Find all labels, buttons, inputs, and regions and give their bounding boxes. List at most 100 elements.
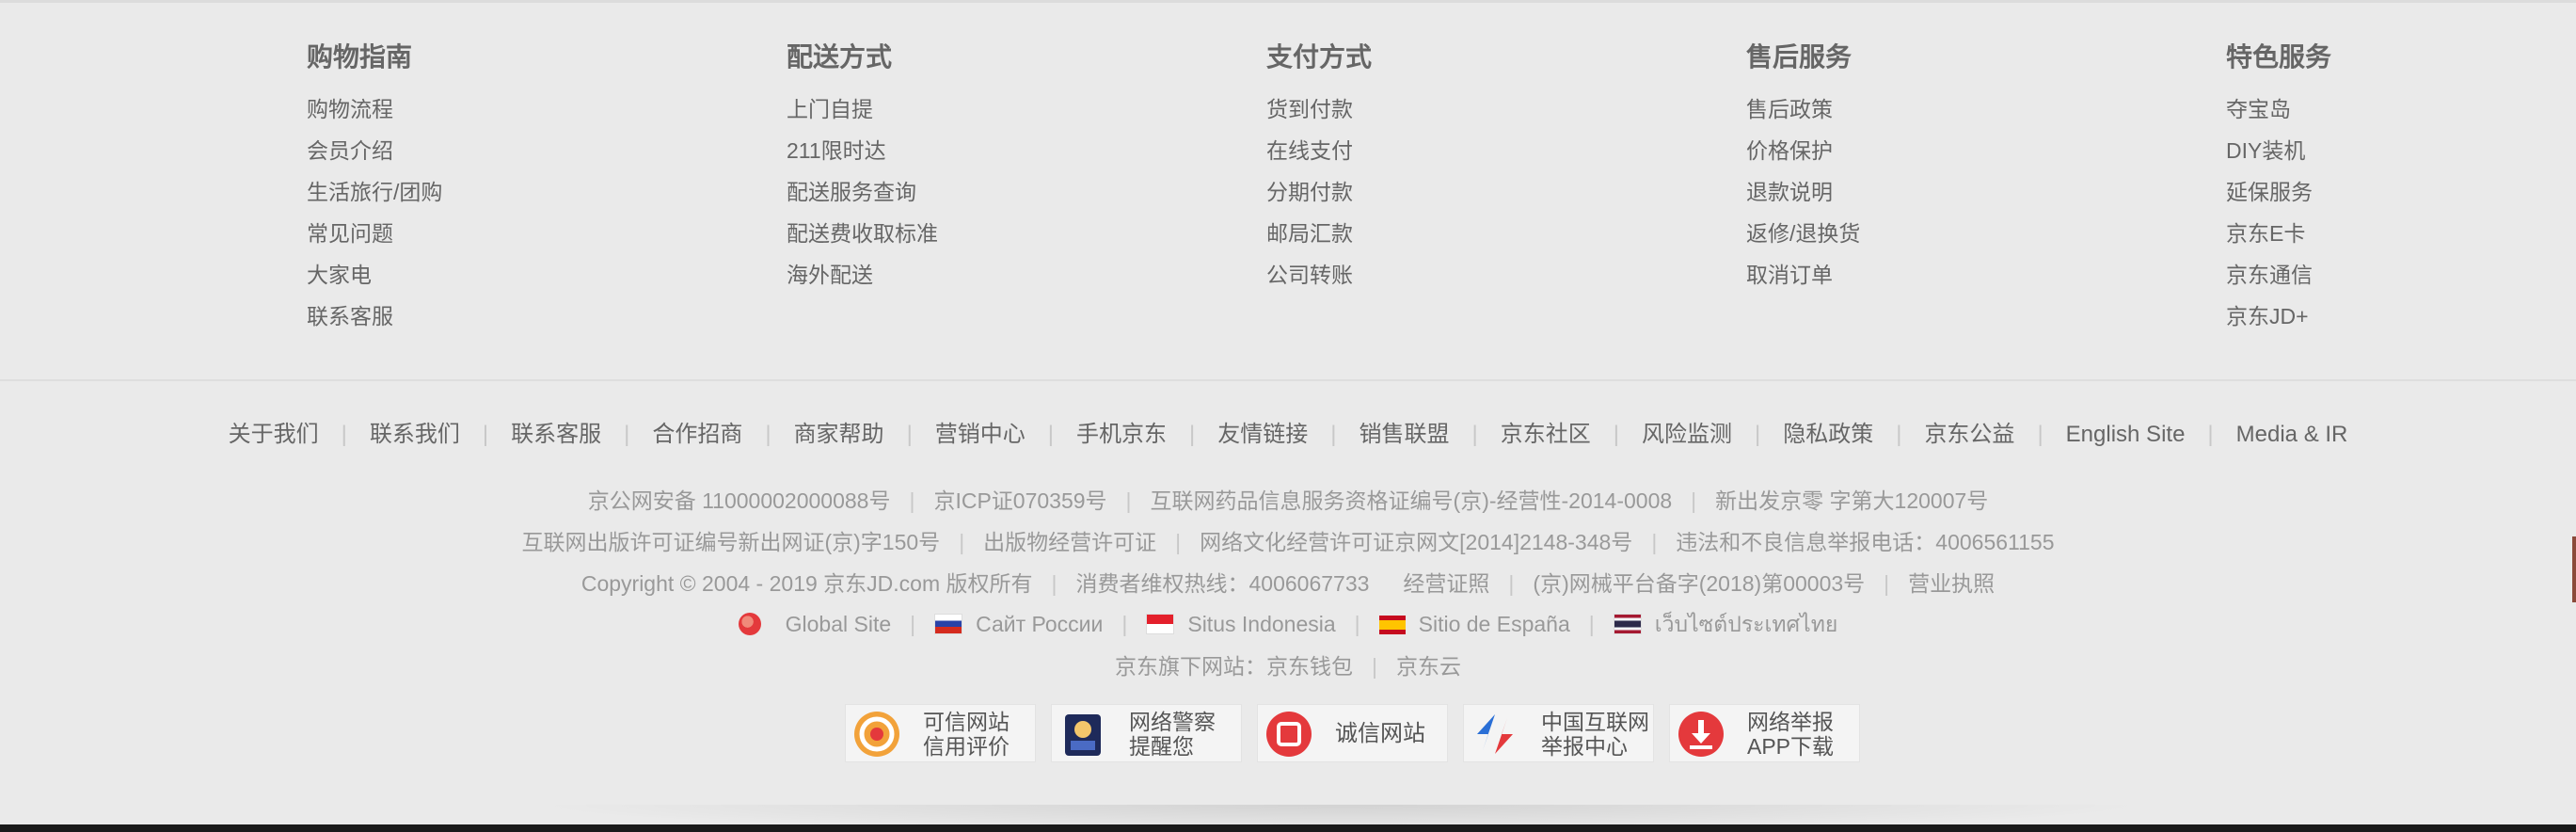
footer-link-media-ir[interactable]: Media & IR <box>2236 422 2348 447</box>
guide-link[interactable]: 京东JD+ <box>2226 296 2576 337</box>
indonesia-site-link[interactable]: Situs Indonesia <box>1187 612 1335 636</box>
guide-link[interactable]: 配送服务查询 <box>787 171 1163 213</box>
badge-china-report[interactable]: 中国互联网 举报中心 <box>1463 704 1654 762</box>
subsite-link[interactable]: 京东钱包 <box>1266 654 1353 679</box>
guide-link[interactable]: 夺宝岛 <box>2226 88 2576 130</box>
spain-site-link[interactable]: Sitio de España <box>1419 612 1570 636</box>
license-text[interactable]: 互联网药品信息服务资格证编号(京)-经营性-2014-0008 <box>1151 488 1673 513</box>
separator: | <box>1691 488 1697 513</box>
guide-link[interactable]: 上门自提 <box>787 88 1163 130</box>
footer-link-privacy[interactable]: 隐私政策 <box>1783 422 1873 447</box>
badge-line: 网络警察 <box>1129 710 1216 734</box>
license-link[interactable]: 营业执照 <box>1908 571 1995 596</box>
license-link[interactable]: 经营证照 <box>1403 571 1489 596</box>
badge-line: 提醒您 <box>1129 734 1194 759</box>
guide-link[interactable]: 联系客服 <box>307 296 683 337</box>
license-text[interactable]: 京ICP证070359号 <box>933 488 1106 513</box>
footer-link-customer-service[interactable]: 联系客服 <box>511 422 601 447</box>
separator: | <box>1330 422 1337 447</box>
footer-link-risk[interactable]: 风险监测 <box>1642 422 1732 447</box>
badge-text: 网络警察 提醒您 <box>1129 705 1216 763</box>
guide-link[interactable]: 邮局汇款 <box>1266 213 1643 254</box>
footer-link-community[interactable]: 京东社区 <box>1501 422 1591 447</box>
badge-text: 可信网站 信用评价 <box>923 705 1010 763</box>
guide-link[interactable]: 延保服务 <box>2226 171 2576 213</box>
china-internet-report-icon <box>1477 714 1513 754</box>
license-link[interactable]: (京)网械平台备字(2018)第00003号 <box>1533 571 1865 596</box>
guide-link[interactable]: 生活旅行/团购 <box>307 171 683 213</box>
guide-link[interactable]: 退款说明 <box>1746 171 2123 213</box>
guide-link[interactable]: 公司转账 <box>1266 254 1643 296</box>
guide-link[interactable]: DIY装机 <box>2226 130 2576 171</box>
guide-link[interactable]: 京东通信 <box>2226 254 2576 296</box>
separator: | <box>1372 654 1377 679</box>
license-text[interactable]: 网络文化经营许可证京网文[2014]2148-348号 <box>1200 530 1632 554</box>
guide-link[interactable]: 售后政策 <box>1746 88 2123 130</box>
guide-link[interactable]: 在线支付 <box>1266 130 1643 171</box>
guide-link[interactable]: 大家电 <box>307 254 683 296</box>
guide-link[interactable]: 京东E卡 <box>2226 213 2576 254</box>
footer-link-friends[interactable]: 友情链接 <box>1217 422 1308 447</box>
guide-link[interactable]: 常见问题 <box>307 213 683 254</box>
footer-link-english[interactable]: English Site <box>2066 422 2186 447</box>
trusted-site-icon <box>854 712 899 757</box>
guide-link[interactable]: 会员介绍 <box>307 130 683 171</box>
guide-link[interactable]: 购物流程 <box>307 88 683 130</box>
hotline-text: 消费者维权热线：4006067733 <box>1075 571 1370 596</box>
license-text[interactable]: 京公网安备 11000002000088号 <box>588 488 891 513</box>
badge-trusted-site[interactable]: 可信网站 信用评价 <box>845 704 1036 762</box>
top-border <box>0 0 2576 3</box>
separator: | <box>1884 571 1890 596</box>
separator: | <box>906 422 913 447</box>
footer-link-business[interactable]: 合作招商 <box>652 422 742 447</box>
thailand-flag-icon <box>1613 614 1642 634</box>
footer-link-alliance[interactable]: 销售联盟 <box>1360 422 1450 447</box>
license-text[interactable]: 新出发京零 字第大120007号 <box>1715 488 1988 513</box>
badge-report-app[interactable]: 网络举报 APP下载 <box>1669 704 1860 762</box>
license-line-3: Copyright © 2004 - 2019 京东JD.com 版权所有 | 消费… <box>0 565 2576 602</box>
guide-link[interactable]: 配送费收取标准 <box>787 213 1163 254</box>
guide-link[interactable]: 海外配送 <box>787 254 1163 296</box>
separator: | <box>1047 422 1055 447</box>
separator: | <box>482 422 489 447</box>
footer-link-marketing[interactable]: 营销中心 <box>935 422 1026 447</box>
separator: | <box>1896 422 1902 447</box>
footer-link-charity[interactable]: 京东公益 <box>1924 422 2014 447</box>
guide-link[interactable]: 货到付款 <box>1266 88 1643 130</box>
global-site-link[interactable]: Global Site <box>786 612 892 636</box>
guide-link[interactable]: 价格保护 <box>1746 130 2123 171</box>
russia-flag-icon <box>934 614 963 634</box>
badge-text: 中国互联网 举报中心 <box>1541 705 1649 763</box>
footer-link-merchant-help[interactable]: 商家帮助 <box>794 422 884 447</box>
thailand-site-link[interactable]: เว็บไซต์ประเทศไทย <box>1655 612 1838 636</box>
badge-integrity[interactable]: 诚信网站 <box>1257 704 1448 762</box>
badge-text: 诚信网站 <box>1335 705 1425 763</box>
guide-col-special: 特色服务 夺宝岛 DIY装机 延保服务 京东E卡 京东通信 京东JD+ <box>2226 38 2576 337</box>
badge-police[interactable]: 网络警察 提醒您 <box>1051 704 1242 762</box>
footer-link-mobile[interactable]: 手机京东 <box>1076 422 1167 447</box>
guide-link[interactable]: 211限时达 <box>787 130 1163 171</box>
footer-link-about[interactable]: 关于我们 <box>229 422 319 447</box>
subsites-prefix: 京东旗下网站： <box>1115 654 1266 679</box>
global-sites: Global Site | Сайт России | Situs Indonesia |… <box>0 605 2576 643</box>
license-text: 违法和不良信息举报电话：4006561155 <box>1676 530 2055 554</box>
license-text[interactable]: 互联网出版许可证编号新出网证(京)字150号 <box>521 530 940 554</box>
separator: | <box>909 488 915 513</box>
indonesia-flag-icon <box>1146 614 1175 634</box>
badge-line: 网络举报 <box>1747 710 1834 734</box>
guide-link[interactable]: 取消订单 <box>1746 254 2123 296</box>
guide-link[interactable]: 返修/退换货 <box>1746 213 2123 254</box>
russia-site-link[interactable]: Сайт России <box>976 612 1103 636</box>
subsite-link[interactable]: 京东云 <box>1396 654 1461 679</box>
badge-line: 信用评价 <box>923 734 1010 759</box>
license-text[interactable]: 出版物经营许可证 <box>983 530 1156 554</box>
separator: | <box>1189 422 1196 447</box>
badge-line: 诚信网站 <box>1335 721 1425 746</box>
footer-link-contact[interactable]: 联系我们 <box>370 422 460 447</box>
badge-line: 举报中心 <box>1541 734 1628 759</box>
guide-link[interactable]: 分期付款 <box>1266 171 1643 213</box>
spain-flag-icon <box>1378 616 1406 634</box>
separator: | <box>910 612 916 636</box>
guide-col-title: 特色服务 <box>2226 42 2332 72</box>
separator: | <box>1125 488 1132 513</box>
